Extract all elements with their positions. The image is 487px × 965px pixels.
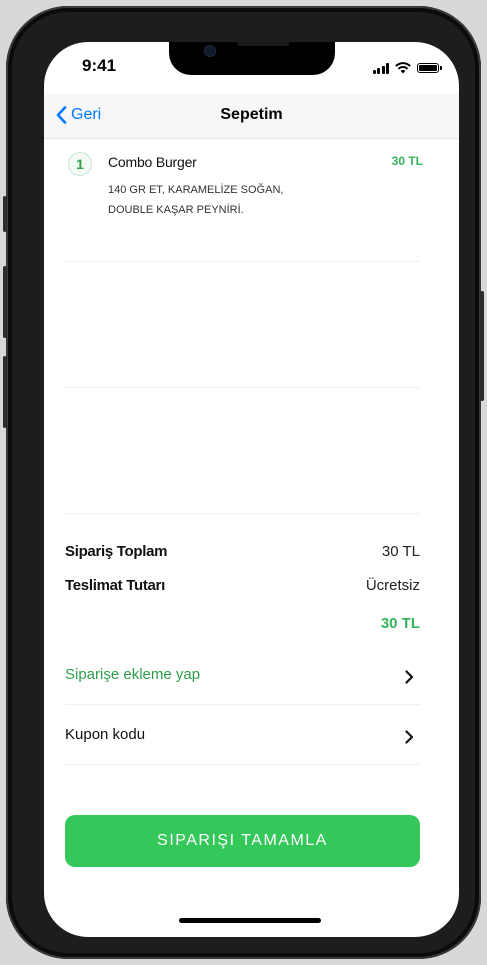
quantity-badge: 1	[68, 152, 92, 176]
order-total-label: Sipariş Toplam	[65, 543, 168, 560]
item-name: Combo Burger	[108, 154, 197, 170]
phone-frame: 9:41 Geri Sepetim 1 Combo Burger 30 TL 1…	[3, 6, 484, 959]
delivery-label: Teslimat Tutarı	[65, 577, 165, 594]
complete-order-button[interactable]: SIPARIŞI TAMAMLA	[65, 815, 420, 867]
status-time: 9:41	[82, 56, 117, 75]
screen: 9:41 Geri Sepetim 1 Combo Burger 30 TL 1…	[44, 42, 459, 937]
volume-up-button	[3, 266, 7, 338]
power-button	[480, 291, 484, 401]
item-price: 30 TL	[391, 154, 423, 168]
grand-total: 30 TL	[380, 615, 420, 632]
coupon-row[interactable]: Kupon kodu	[65, 716, 420, 756]
camera-icon	[205, 46, 215, 56]
divider	[65, 261, 420, 262]
notch	[169, 42, 335, 75]
coupon-label: Kupon kodu	[65, 726, 146, 743]
cellular-signal-icon	[372, 62, 389, 74]
item-description-line: DOUBLE KAŞAR PEYNİRİ.	[108, 204, 244, 216]
delivery-value: Ücretsiz	[365, 577, 420, 594]
order-total-value: 30 TL	[381, 543, 420, 560]
add-to-order-label: Siparişe ekleme yap	[65, 666, 201, 683]
navigation-bar: Geri Sepetim	[44, 94, 459, 139]
chevron-right-icon	[405, 670, 414, 684]
chevron-right-icon	[405, 730, 414, 744]
battery-icon	[417, 63, 442, 73]
status-icons	[372, 62, 442, 74]
divider	[65, 513, 420, 514]
home-indicator	[179, 918, 321, 923]
divider	[65, 764, 420, 765]
add-to-order-row[interactable]: Siparişe ekleme yap	[65, 656, 420, 696]
wifi-icon	[395, 62, 411, 74]
page-title: Sepetim	[220, 106, 283, 123]
divider	[65, 704, 420, 705]
earpiece-speaker	[237, 42, 289, 46]
item-description: 140 GR ET, KARAMELİZE SOĞAN, DOUBLE KAŞA…	[108, 180, 408, 220]
volume-down-button	[3, 356, 7, 428]
divider	[65, 387, 420, 388]
item-description-line: 140 GR ET, KARAMELİZE SOĞAN,	[108, 184, 284, 196]
mute-switch	[3, 196, 7, 232]
